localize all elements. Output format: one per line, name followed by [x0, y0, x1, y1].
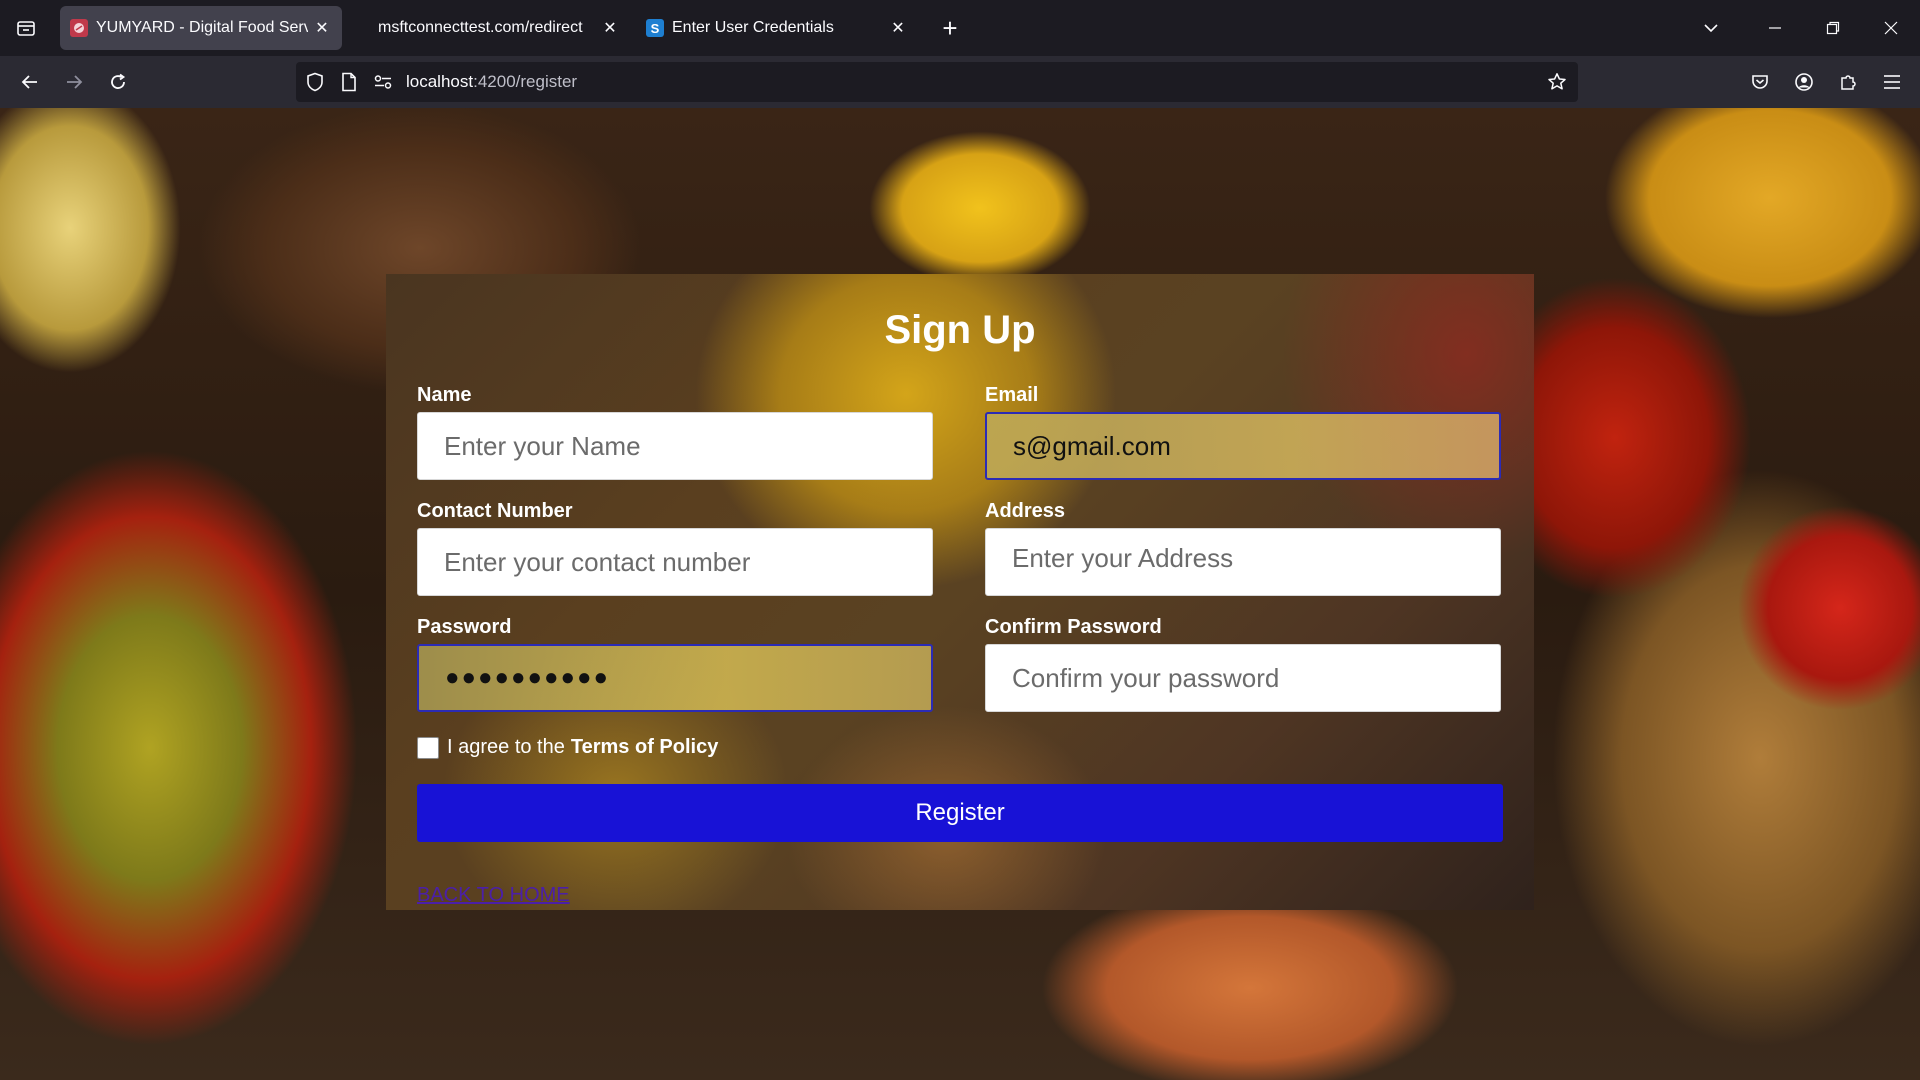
confirm-password-label: Confirm Password — [985, 616, 1162, 638]
address-label: Address — [985, 500, 1066, 522]
list-all-tabs-button[interactable] — [0, 0, 52, 56]
tracking-protection-button[interactable] — [298, 62, 332, 102]
contact-number-label: Contact Number — [417, 500, 573, 522]
password-input[interactable]: ●●●●●●●●●● — [417, 644, 933, 712]
email-input[interactable]: s@gmail.com — [985, 412, 1501, 480]
star-icon — [1548, 73, 1566, 90]
terms-of-policy-text: Terms of Policy — [570, 736, 719, 758]
restore-icon — [1826, 21, 1840, 35]
name-placeholder: Enter your Name — [444, 430, 641, 461]
url-text[interactable]: localhost:4200/register — [406, 72, 577, 92]
pocket-icon — [1752, 75, 1768, 89]
tab-overflow-button[interactable] — [1676, 0, 1746, 56]
tab-enter-user-credentials[interactable]: S Enter User Credentials ✕ — [636, 6, 918, 50]
shield-icon — [307, 72, 323, 92]
arrow-left-icon — [21, 75, 37, 89]
tab-title: YUMYARD - Digital Food Service — [96, 19, 308, 36]
email-value: s@gmail.com — [1013, 430, 1171, 461]
permissions-button[interactable] — [366, 62, 400, 102]
close-tab-icon[interactable]: ✕ — [312, 18, 332, 38]
yumyard-favicon-icon — [70, 19, 88, 37]
password-label: Password — [417, 616, 512, 638]
password-masked-value: ●●●●●●●●●● — [445, 664, 610, 691]
contact-number-input[interactable]: Enter your contact number — [417, 528, 933, 596]
forward-button[interactable] — [52, 60, 96, 104]
address-bar[interactable]: localhost:4200/register — [296, 62, 1578, 102]
name-label: Name — [417, 384, 472, 406]
tab-yumyard[interactable]: YUMYARD - Digital Food Service ✕ — [60, 6, 342, 50]
confirm-password-input[interactable]: Confirm your password — [985, 644, 1501, 712]
navigation-toolbar: localhost:4200/register — [0, 56, 1920, 108]
close-tab-icon[interactable]: ✕ — [600, 18, 620, 38]
s-favicon-icon: S — [646, 19, 664, 37]
restore-button[interactable] — [1804, 0, 1862, 56]
tab-bar: YUMYARD - Digital Food Service ✕ msftcon… — [0, 0, 1920, 56]
tab-title: Enter User Credentials — [672, 19, 834, 36]
page-content: Sign Up Name Enter your Name Email s@gma… — [0, 108, 1920, 1080]
minimize-button[interactable] — [1746, 0, 1804, 56]
plus-icon: + — [942, 12, 958, 43]
url-host: localhost — [406, 72, 474, 91]
reload-button[interactable] — [96, 60, 140, 104]
tab-title: msftconnecttest.com/redirect — [378, 19, 583, 36]
agree-text: I agree to the — [447, 736, 565, 758]
tab-list-icon — [17, 21, 35, 36]
toolbar-right — [1738, 56, 1920, 108]
bookmark-star-button[interactable] — [1540, 62, 1574, 102]
arrow-right-icon — [67, 75, 83, 89]
name-input[interactable]: Enter your Name — [417, 412, 933, 480]
terms-checkbox[interactable] — [417, 736, 439, 759]
site-info-button[interactable] — [332, 62, 366, 102]
address-input[interactable]: Enter your Address — [985, 528, 1501, 596]
close-window-button[interactable] — [1862, 0, 1920, 56]
hamburger-menu-icon — [1884, 75, 1900, 89]
page-icon — [342, 72, 356, 92]
contact-number-placeholder: Enter your contact number — [444, 546, 751, 577]
minimize-icon — [1769, 27, 1781, 29]
close-icon — [1884, 21, 1898, 35]
account-button[interactable] — [1782, 60, 1826, 104]
account-icon — [1795, 73, 1813, 91]
extensions-button[interactable] — [1826, 60, 1870, 104]
address-placeholder: Enter your Address — [1012, 543, 1234, 573]
pocket-button[interactable] — [1738, 60, 1782, 104]
chevron-down-icon — [1704, 24, 1718, 33]
back-button[interactable] — [8, 60, 52, 104]
menu-button[interactable] — [1870, 60, 1914, 104]
window-controls — [1676, 0, 1920, 56]
puzzle-icon — [1841, 75, 1856, 90]
confirm-password-placeholder: Confirm your password — [1012, 662, 1280, 693]
permissions-icon — [374, 75, 392, 89]
reload-icon — [111, 73, 126, 89]
new-tab-button[interactable]: + — [930, 8, 970, 48]
url-path: :4200/register — [473, 72, 578, 91]
close-tab-icon[interactable]: ✕ — [888, 18, 908, 38]
signup-title: Sign Up — [884, 308, 1036, 352]
email-label: Email — [985, 384, 1039, 406]
signup-form-card: Sign Up Name Enter your Name Email s@gma… — [386, 274, 1534, 910]
terms-agreement-row: I agree to the Terms of Policy — [417, 736, 718, 759]
tab-msftconnecttest[interactable]: msftconnecttest.com/redirect ✕ — [348, 6, 630, 50]
back-to-home-link[interactable]: BACK TO HOME — [417, 884, 570, 907]
register-button[interactable]: Register — [417, 784, 1503, 842]
